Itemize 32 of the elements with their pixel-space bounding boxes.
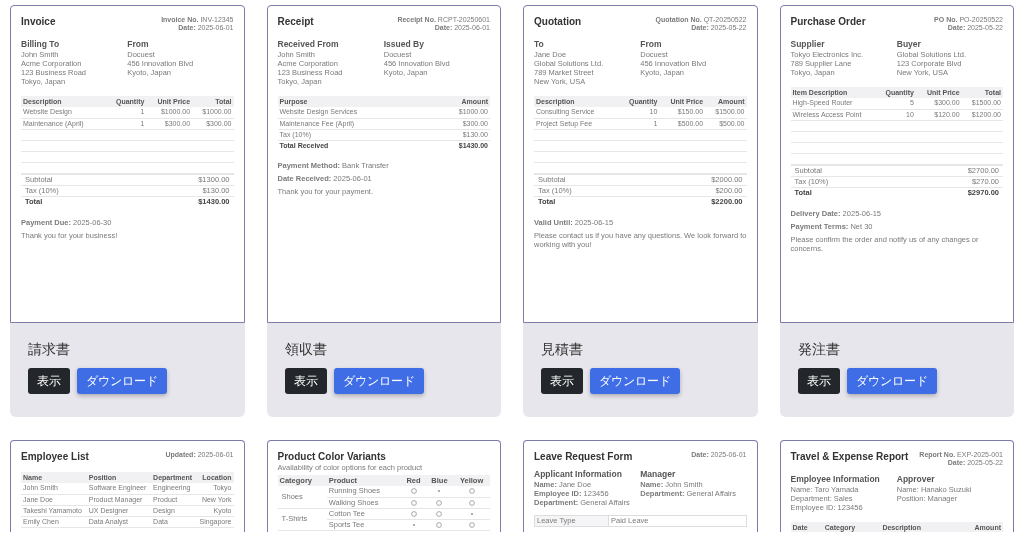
document-type-label: 見積書 (541, 340, 584, 358)
party-heading: Employee Information (790, 474, 881, 484)
document-title: Travel & Expense Report (790, 451, 909, 462)
party-heading: Received From (277, 39, 340, 49)
view-button[interactable]: 表示 (28, 368, 70, 394)
download-button[interactable]: ダウンロード (77, 368, 167, 394)
party-heading: Applicant Information (534, 469, 623, 479)
party-heading: To (534, 39, 545, 49)
download-button[interactable]: ダウンロード (846, 368, 937, 394)
document-title: Purchase Order (790, 16, 866, 27)
document-title: Invoice (21, 16, 56, 27)
document-type-label: 請求書 (28, 340, 71, 358)
party-heading: Approver (896, 474, 936, 484)
download-button[interactable]: ダウンロード (333, 368, 424, 394)
party-heading: From (640, 39, 663, 49)
party-heading: From (127, 39, 150, 49)
document-title: Receipt (277, 16, 314, 27)
view-button[interactable]: 表示 (284, 368, 327, 394)
document-type-label: 領収書 (284, 340, 328, 358)
document-type-label: 発注書 (797, 340, 841, 358)
party-heading: Issued By (383, 39, 425, 49)
party-heading: Manager (640, 469, 677, 479)
document-title: Quotation (534, 16, 582, 27)
document-title: Employee List (21, 451, 89, 462)
party-heading: Billing To (21, 39, 61, 49)
party-heading: Supplier (790, 39, 826, 49)
view-button[interactable]: 表示 (541, 368, 583, 394)
download-button[interactable]: ダウンロード (590, 368, 680, 394)
view-button[interactable]: 表示 (797, 368, 840, 394)
party-heading: Buyer (896, 39, 922, 49)
document-title: Product Color Variants (277, 451, 386, 462)
document-title: Leave Request Form (534, 451, 633, 462)
